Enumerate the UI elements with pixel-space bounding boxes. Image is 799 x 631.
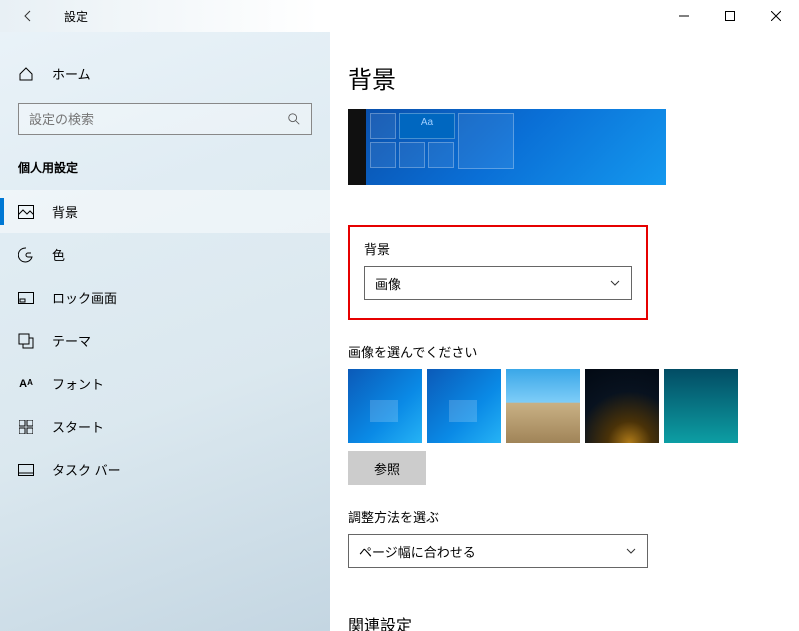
chevron-down-icon bbox=[625, 545, 637, 557]
sidebar-item-label: ロック画面 bbox=[52, 288, 117, 307]
thumbnail-row bbox=[348, 369, 799, 443]
fit-label: 調整方法を選ぶ bbox=[348, 507, 799, 526]
page-title: 背景 bbox=[348, 60, 799, 95]
related-settings-header: 関連設定 bbox=[348, 612, 799, 631]
dropdown-value: 画像 bbox=[375, 274, 401, 293]
sidebar-item-fonts[interactable]: AA フォント bbox=[0, 362, 330, 405]
wallpaper-thumb[interactable] bbox=[506, 369, 580, 443]
lockscreen-icon bbox=[18, 292, 34, 304]
search-box[interactable] bbox=[18, 103, 312, 135]
preview-tile-aa: Aa bbox=[399, 113, 455, 139]
sidebar-item-label: フォント bbox=[52, 374, 104, 393]
choose-image-label: 画像を選んでください bbox=[348, 342, 799, 361]
minimize-button[interactable] bbox=[661, 0, 707, 32]
sidebar-item-label: 色 bbox=[52, 245, 65, 264]
font-icon: AA bbox=[18, 378, 34, 390]
background-type-dropdown[interactable]: 画像 bbox=[364, 266, 632, 300]
wallpaper-thumb[interactable] bbox=[585, 369, 659, 443]
sidebar-item-start[interactable]: スタート bbox=[0, 405, 330, 448]
wallpaper-thumb[interactable] bbox=[427, 369, 501, 443]
dropdown-value: ページ幅に合わせる bbox=[359, 542, 476, 561]
search-icon bbox=[287, 112, 301, 126]
picture-icon bbox=[18, 205, 34, 219]
palette-icon bbox=[18, 247, 34, 263]
sidebar-item-taskbar[interactable]: タスク バー bbox=[0, 448, 330, 491]
start-icon bbox=[18, 420, 34, 434]
window-title: 設定 bbox=[64, 8, 88, 25]
sidebar-item-label: タスク バー bbox=[52, 460, 121, 479]
home-label: ホーム bbox=[52, 64, 91, 83]
content-area: 背景 Aa 背景 画像 bbox=[330, 32, 799, 631]
sidebar-item-lockscreen[interactable]: ロック画面 bbox=[0, 276, 330, 319]
home-link[interactable]: ホーム bbox=[0, 58, 330, 89]
sidebar: ホーム 個人用設定 背景 色 ロック画面 テーマ bbox=[0, 32, 330, 631]
browse-button[interactable]: 参照 bbox=[348, 451, 426, 485]
theme-icon bbox=[18, 333, 34, 349]
back-button[interactable] bbox=[20, 8, 36, 24]
home-icon bbox=[18, 66, 34, 82]
fit-dropdown[interactable]: ページ幅に合わせる bbox=[348, 534, 648, 568]
title-bar: 設定 bbox=[0, 0, 799, 32]
sidebar-item-themes[interactable]: テーマ bbox=[0, 319, 330, 362]
sidebar-item-label: テーマ bbox=[52, 331, 91, 350]
wallpaper-thumb[interactable] bbox=[664, 369, 738, 443]
background-section-highlight: 背景 画像 bbox=[348, 225, 648, 320]
chevron-down-icon bbox=[609, 277, 621, 289]
maximize-button[interactable] bbox=[707, 0, 753, 32]
background-label: 背景 bbox=[364, 239, 632, 258]
search-input[interactable] bbox=[29, 112, 287, 127]
desktop-preview: Aa bbox=[348, 109, 666, 185]
category-header: 個人用設定 bbox=[0, 159, 330, 190]
sidebar-item-label: 背景 bbox=[52, 202, 78, 221]
wallpaper-thumb[interactable] bbox=[348, 369, 422, 443]
taskbar-icon bbox=[18, 464, 34, 476]
sidebar-item-background[interactable]: 背景 bbox=[0, 190, 330, 233]
sidebar-item-label: スタート bbox=[52, 417, 104, 436]
sidebar-item-colors[interactable]: 色 bbox=[0, 233, 330, 276]
close-button[interactable] bbox=[753, 0, 799, 32]
